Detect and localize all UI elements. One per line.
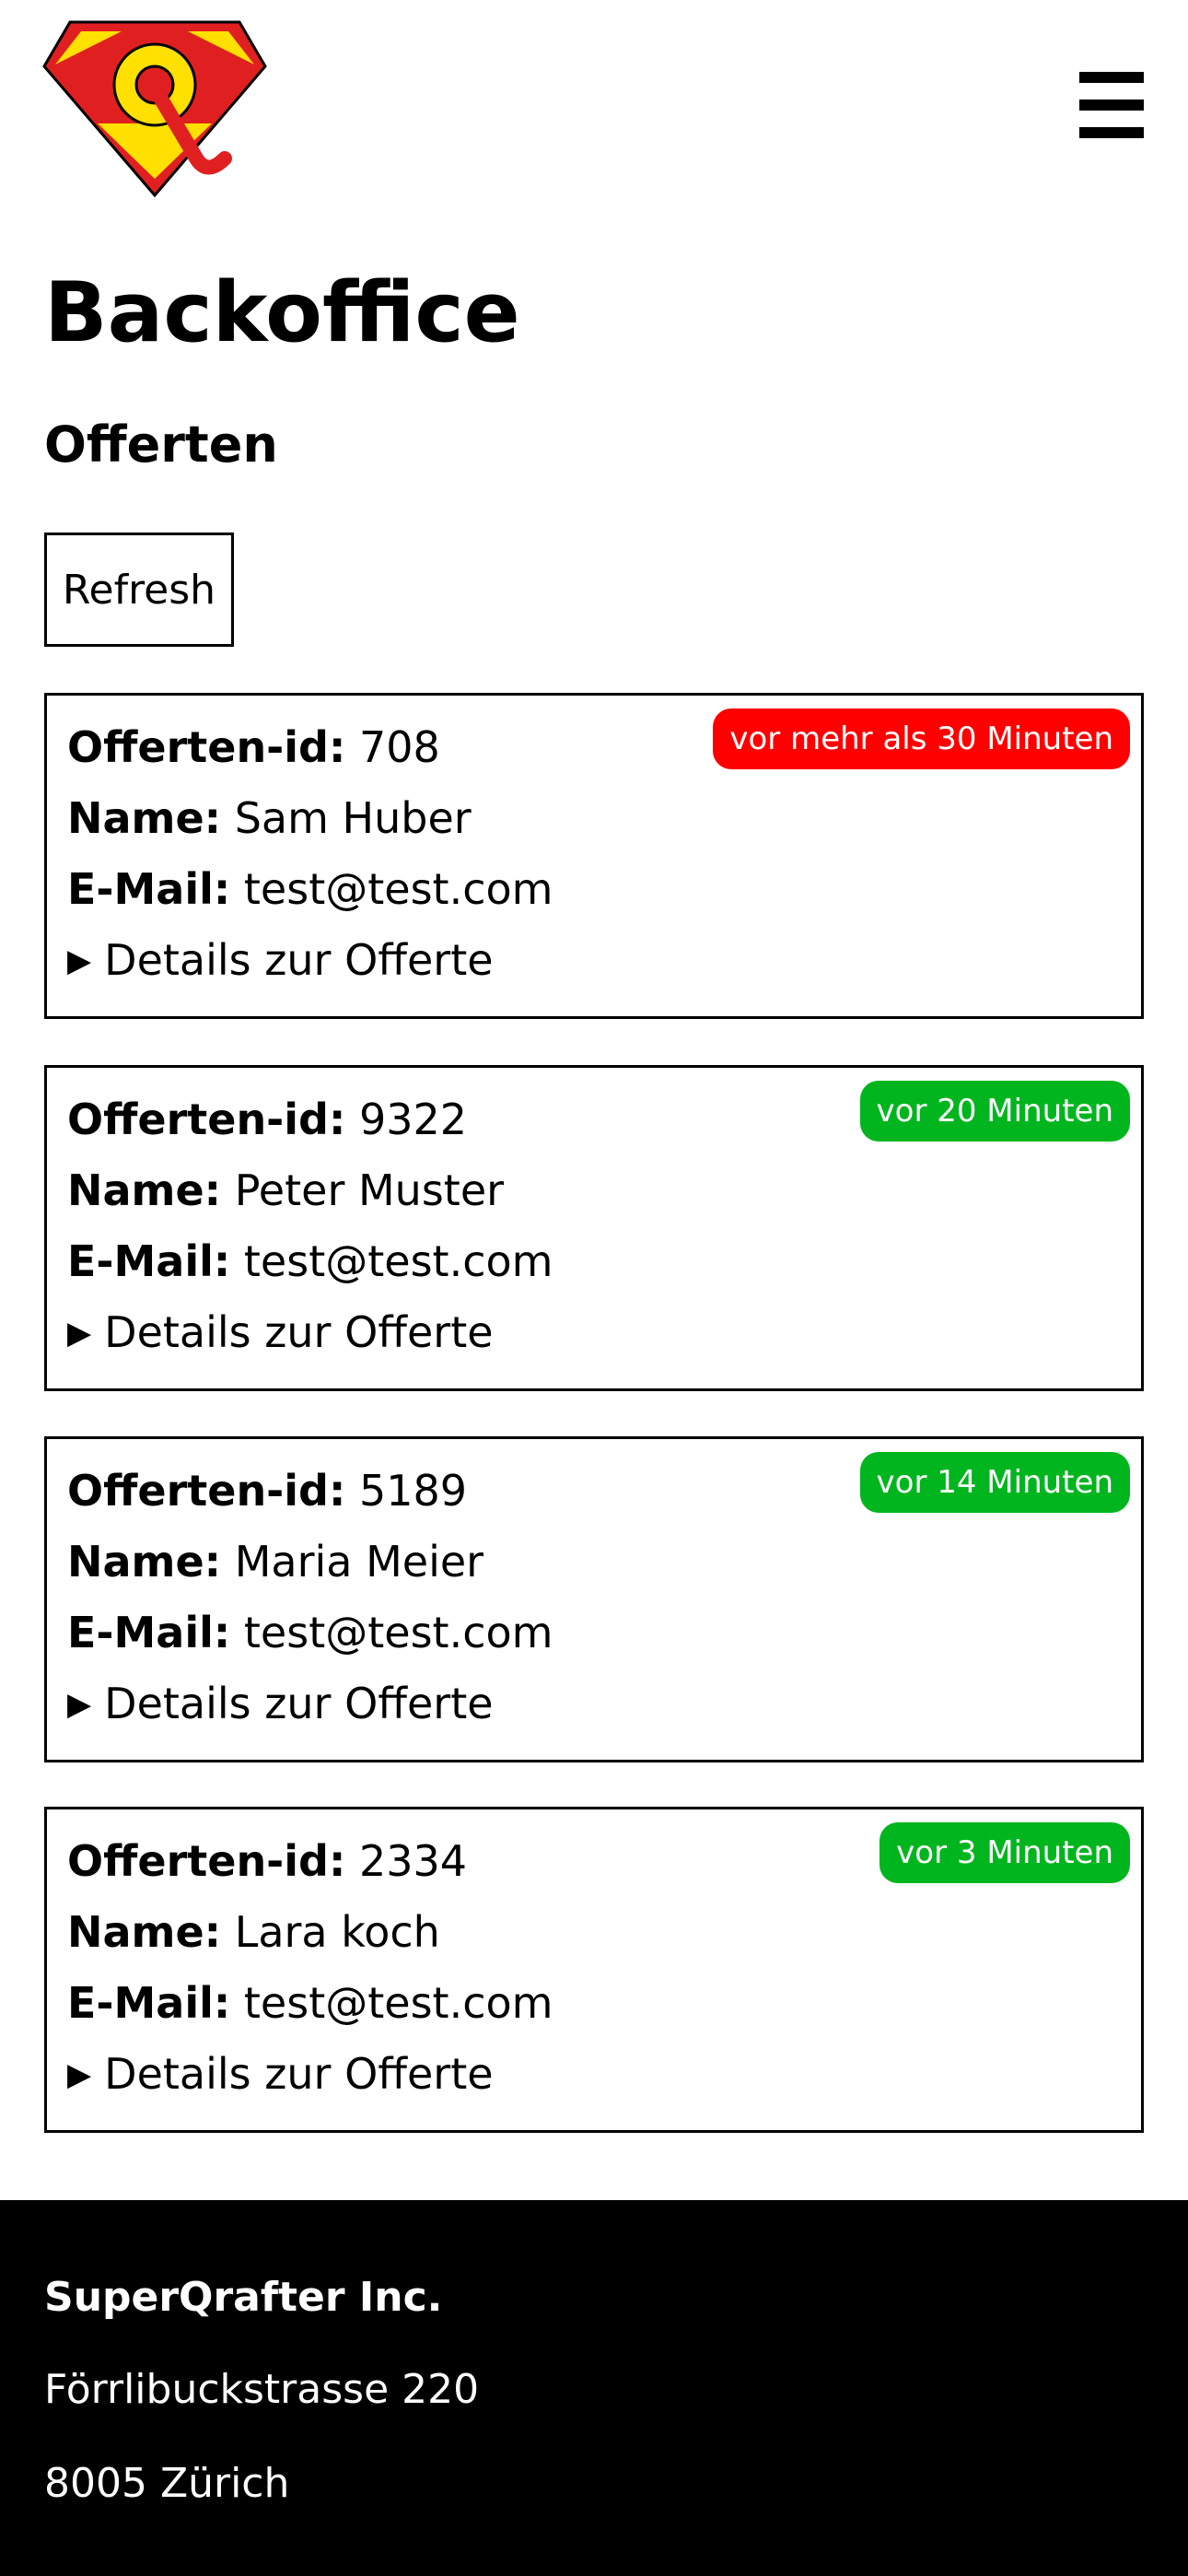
time-badge: vor 20 Minuten — [859, 1081, 1130, 1142]
offer-email-value: test@test.com — [243, 1978, 553, 2028]
offer-id-label: Offerten-id: — [67, 1095, 346, 1144]
offer-id-value: 2334 — [359, 1836, 468, 1886]
offer-details-label: Details zur Offerte — [104, 2049, 494, 2099]
menu-bar — [1079, 100, 1144, 111]
offer-email-row: E-Mail: test@test.com — [67, 1234, 553, 1289]
offer-name-row: Name: Sam Huber — [67, 790, 472, 846]
offer-email-value: test@test.com — [243, 1608, 553, 1657]
offer-email-label: E-Mail: — [67, 1978, 231, 2028]
offer-name-value: Peter Muster — [234, 1165, 505, 1215]
menu-bar — [1079, 72, 1144, 83]
offer-id-value: 9322 — [359, 1095, 468, 1144]
section-title: Offerten — [44, 416, 278, 474]
header — [0, 0, 1188, 212]
triangle-right-icon: ▶ — [67, 1315, 92, 1352]
offer-name-label: Name: — [67, 1907, 222, 1957]
hamburger-menu-icon[interactable] — [1079, 72, 1144, 138]
triangle-right-icon: ▶ — [67, 943, 92, 979]
offer-name-label: Name: — [67, 793, 222, 843]
offer-card: Offerten-id: 9322 Name: Peter Muster E-M… — [44, 1065, 1144, 1391]
offer-id-label: Offerten-id: — [67, 722, 346, 772]
offer-id-row: Offerten-id: 9322 — [67, 1092, 467, 1147]
offer-id-label: Offerten-id: — [67, 1836, 346, 1886]
offer-id-value: 5189 — [359, 1466, 468, 1516]
offer-email-row: E-Mail: test@test.com — [67, 1605, 553, 1660]
offer-name-value: Sam Huber — [234, 793, 472, 843]
offer-id-row: Offerten-id: 5189 — [67, 1463, 467, 1518]
time-badge: vor 14 Minuten — [859, 1452, 1130, 1513]
superman-q-logo-icon[interactable] — [42, 20, 267, 197]
offer-id-value: 708 — [359, 722, 440, 772]
offer-card: Offerten-id: 5189 Name: Maria Meier E-Ma… — [44, 1436, 1144, 1762]
offer-email-label: E-Mail: — [67, 1608, 231, 1657]
offer-email-value: test@test.com — [243, 864, 553, 914]
offer-email-value: test@test.com — [243, 1236, 553, 1286]
offer-name-row: Name: Peter Muster — [67, 1163, 504, 1218]
offer-email-label: E-Mail: — [67, 1236, 231, 1286]
offer-details-label: Details zur Offerte — [104, 1307, 494, 1357]
menu-bar — [1079, 127, 1144, 138]
offer-details-toggle[interactable]: ▶ Details zur Offerte — [67, 1676, 494, 1732]
offer-name-label: Name: — [67, 1165, 222, 1215]
footer: SuperQrafter Inc. Förrlibuckstrasse 220 … — [0, 2200, 1188, 2576]
offer-card: Offerten-id: 2334 Name: Lara koch E-Mail… — [44, 1807, 1144, 2133]
offer-card: Offerten-id: 708 Name: Sam Huber E-Mail:… — [44, 693, 1144, 1019]
time-badge: vor mehr als 30 Minuten — [713, 708, 1130, 769]
offer-name-value: Lara koch — [234, 1907, 440, 1957]
triangle-right-icon: ▶ — [67, 2056, 92, 2093]
offer-details-label: Details zur Offerte — [104, 1679, 494, 1728]
triangle-right-icon: ▶ — [67, 1686, 92, 1723]
offer-details-toggle[interactable]: ▶ Details zur Offerte — [67, 1305, 494, 1361]
refresh-button[interactable]: Refresh — [44, 533, 234, 647]
offer-email-row: E-Mail: test@test.com — [67, 1975, 553, 2031]
page-title: Backoffice — [44, 264, 520, 361]
offer-details-toggle[interactable]: ▶ Details zur Offerte — [67, 2046, 494, 2102]
footer-company-name: SuperQrafter Inc. — [44, 2274, 443, 2321]
offer-details-toggle[interactable]: ▶ Details zur Offerte — [67, 932, 494, 989]
footer-city: 8005 Zürich — [44, 2460, 290, 2507]
offer-details-label: Details zur Offerte — [104, 935, 494, 985]
offer-name-label: Name: — [67, 1537, 222, 1587]
offer-email-row: E-Mail: test@test.com — [67, 861, 553, 917]
offer-name-value: Maria Meier — [234, 1537, 484, 1587]
offer-id-label: Offerten-id: — [67, 1466, 346, 1516]
offer-name-row: Name: Maria Meier — [67, 1534, 483, 1589]
offer-id-row: Offerten-id: 708 — [67, 720, 440, 775]
offer-email-label: E-Mail: — [67, 864, 231, 914]
time-badge: vor 3 Minuten — [879, 1822, 1130, 1883]
footer-street: Förrlibuckstrasse 220 — [44, 2366, 480, 2413]
offer-name-row: Name: Lara koch — [67, 1904, 440, 1960]
offer-id-row: Offerten-id: 2334 — [67, 1833, 467, 1889]
